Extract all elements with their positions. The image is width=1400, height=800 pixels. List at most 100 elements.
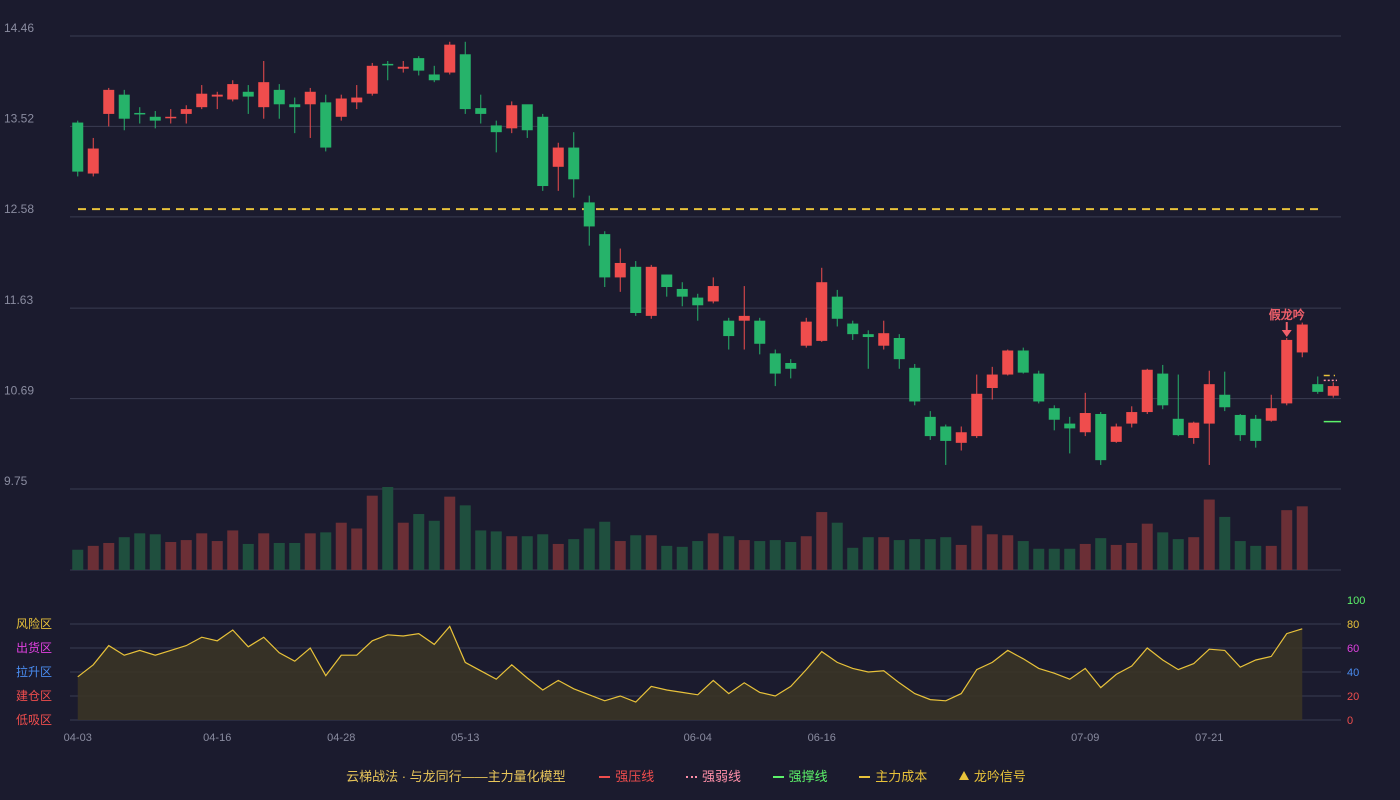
volume-bar — [428, 520, 440, 570]
volume-bar — [893, 540, 905, 570]
candle-body — [955, 432, 967, 443]
candle-body — [1064, 423, 1076, 429]
candle-body — [568, 147, 580, 180]
volume-bar — [1017, 541, 1029, 570]
candle-body — [1095, 413, 1107, 461]
candle-body — [769, 353, 781, 374]
chart-legend: 云梯战法 · 与龙同行——主力量化模型 强压线 强弱线 强撑线 主力成本 龙吟信… — [0, 766, 1400, 786]
candle-body — [1157, 373, 1169, 406]
volume-bar — [72, 549, 84, 570]
legend-item-strength-line[interactable]: 强弱线 — [685, 766, 741, 785]
indicator-tick-label: 40 — [1347, 667, 1359, 679]
volume-bar — [304, 533, 316, 570]
candle-body — [847, 323, 859, 335]
volume-bar — [134, 533, 146, 570]
volume-bar — [599, 521, 611, 570]
volume-bar — [847, 547, 859, 570]
volume-bar — [258, 533, 270, 570]
volume-bar — [1203, 499, 1215, 570]
volume-bar — [924, 539, 936, 570]
volume-bar — [831, 522, 843, 570]
triangle-icon — [958, 771, 969, 781]
candle-body — [924, 416, 936, 437]
indicator-tick-label: 20 — [1347, 691, 1359, 703]
volume-bar — [645, 535, 657, 570]
candle-body — [599, 234, 611, 278]
volume-bar — [940, 537, 952, 570]
candle-body — [862, 334, 874, 338]
indicator-zone-label: 低吸区 — [16, 713, 52, 727]
candle-body — [583, 202, 595, 227]
volume-bar — [103, 542, 115, 570]
price-tick-label: 12.58 — [4, 202, 34, 216]
signal-annotation-label: 假龙吟 — [1269, 307, 1305, 322]
candle-body — [1048, 408, 1060, 420]
candle-body — [754, 320, 766, 344]
candle-body — [118, 94, 130, 119]
volume-bar — [1296, 506, 1308, 570]
volume-bar — [1110, 544, 1122, 570]
candle-body — [692, 297, 704, 306]
volume-bar — [785, 542, 797, 570]
candle-body — [475, 108, 487, 114]
candle-body — [645, 266, 657, 316]
volume-bar — [676, 546, 688, 570]
candle-body — [180, 109, 192, 114]
candle-body — [72, 122, 84, 172]
date-tick-label: 06-16 — [808, 732, 836, 744]
volume-bar — [459, 505, 471, 570]
candle-body — [1110, 426, 1122, 442]
candle-body — [413, 58, 425, 71]
volume-bar — [475, 530, 487, 570]
volume-bar — [196, 533, 208, 570]
volume-bar — [1079, 543, 1091, 570]
volume-bar — [1281, 510, 1293, 570]
candle-body — [304, 91, 316, 105]
candle-body — [940, 426, 952, 441]
volume-bar — [211, 541, 223, 570]
candle-body — [537, 116, 549, 187]
candle-body — [87, 148, 99, 174]
candle-body — [1017, 350, 1029, 373]
legend-item-strong-support[interactable]: 强撑线 — [772, 766, 828, 785]
volume-bar — [1157, 532, 1169, 570]
candle-body — [831, 296, 843, 319]
indicator-zone-label: 拉升区 — [16, 664, 52, 679]
volume-bar — [335, 522, 347, 570]
candle-body — [289, 104, 301, 108]
legend-swatch-strong-support — [772, 775, 784, 778]
date-tick-label: 07-09 — [1071, 732, 1099, 744]
candle-body — [816, 282, 828, 341]
volume-bar — [413, 514, 425, 570]
volume-bar — [955, 544, 967, 570]
date-tick-label: 04-03 — [64, 732, 92, 744]
volume-bar — [320, 532, 332, 570]
date-tick-label: 05-13 — [451, 732, 479, 744]
legend-item-dragon-signal[interactable]: 龙吟信号 — [958, 766, 1026, 785]
indicator-tick-label: 100 — [1347, 595, 1365, 607]
price-tick-label: 11.63 — [4, 293, 33, 307]
legend-item-main-cost[interactable]: 主力成本 — [859, 766, 927, 785]
candle-body — [521, 104, 533, 131]
volume-bar — [986, 534, 998, 570]
legend-item-strong-pressure[interactable]: 强压线 — [599, 766, 654, 785]
candle-body — [707, 286, 719, 302]
volume-bar — [1048, 548, 1060, 570]
candle-body — [103, 89, 115, 114]
legend-label-main-cost: 主力成本 — [875, 769, 928, 784]
candle-body — [1141, 369, 1153, 413]
volume-bar — [242, 543, 254, 570]
volume-bar — [1141, 523, 1153, 570]
candle-body — [397, 66, 409, 69]
candle-body — [893, 338, 905, 360]
candle-body — [490, 125, 502, 133]
candle-body — [382, 63, 394, 66]
volume-bar — [707, 533, 719, 570]
candle-body — [1033, 373, 1045, 402]
price-tick-label: 10.69 — [4, 384, 34, 398]
candle-body — [1079, 413, 1091, 433]
candle-body — [196, 93, 208, 108]
volume-bar — [738, 540, 750, 570]
legend-label-strong-support: 强撑线 — [788, 769, 828, 784]
volume-bar — [1172, 539, 1184, 570]
